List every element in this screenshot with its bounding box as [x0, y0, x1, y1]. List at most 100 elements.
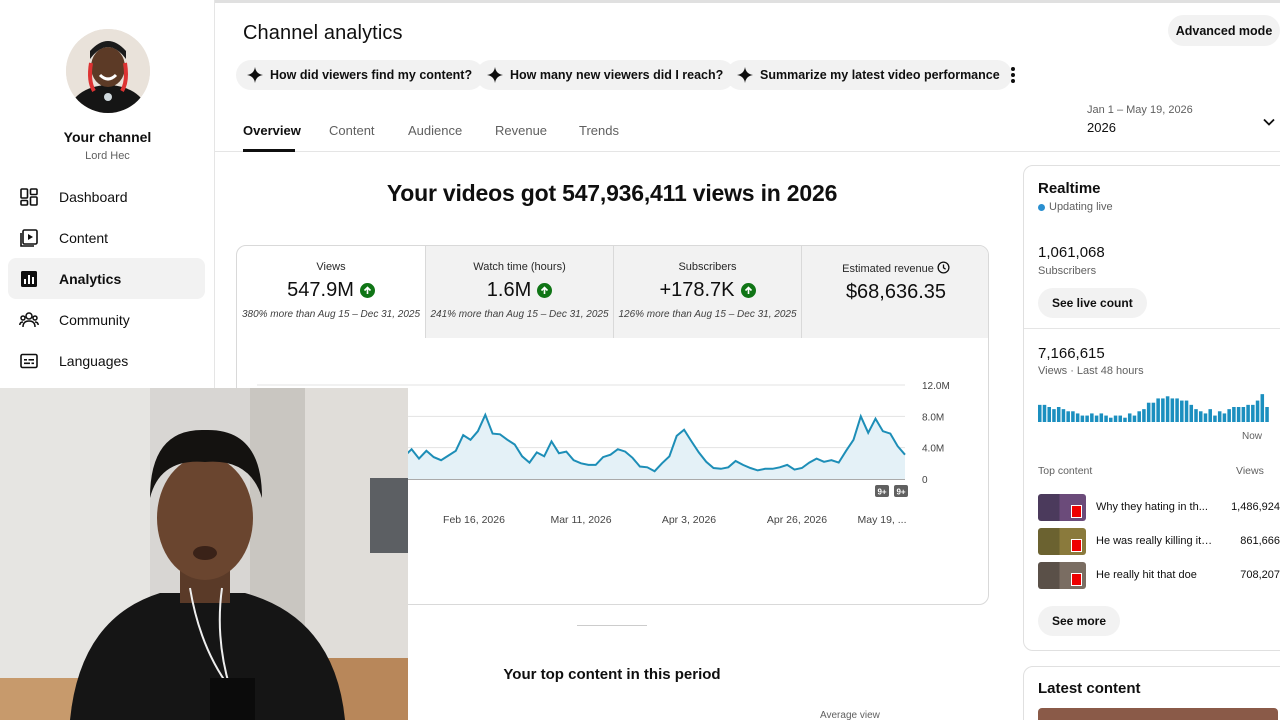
tab-overview[interactable]: Overview [243, 123, 301, 138]
top-content-views: 708,207 [1240, 569, 1280, 581]
channel-label: Your channel [63, 129, 152, 145]
views-headline: Your videos got 547,936,411 views in 202… [386, 180, 838, 206]
realtime-card: Realtime Updating live 1,061,068 Subscri… [1023, 165, 1280, 651]
analytics-icon [21, 270, 37, 287]
realtime-bar [1118, 415, 1123, 422]
realtime-bar [1142, 409, 1146, 422]
top-content-label: Top content [1038, 465, 1093, 477]
see-live-count-button[interactable]: See live count [1038, 288, 1147, 318]
realtime-bar [1038, 404, 1042, 422]
y-tick-label: 8.0M [922, 412, 944, 423]
realtime-bar [1080, 415, 1085, 422]
realtime-bar [1203, 413, 1208, 422]
realtime-bar [1066, 411, 1070, 422]
channel-avatar[interactable] [66, 29, 150, 113]
video-marker-label: 9+ [896, 488, 905, 497]
realtime-bar [1113, 415, 1118, 422]
y-tick-label: 0 [922, 475, 928, 486]
realtime-subscribers: 1,061,068 [1038, 244, 1105, 261]
realtime-bar [1056, 407, 1061, 422]
chip-label: How did viewers find my content? [270, 68, 473, 82]
realtime-bar [1251, 404, 1255, 422]
latest-content-title: Latest content [1038, 680, 1141, 697]
chevron-down-icon[interactable] [1262, 115, 1276, 129]
top-content-row[interactable]: Why they hating in th... 1,486,924 [1038, 494, 1280, 522]
realtime-bar [1198, 411, 1203, 422]
sidebar-item-analytics[interactable]: Analytics [8, 258, 205, 299]
sidebar-item-community[interactable]: Community [8, 299, 205, 340]
realtime-bar [1241, 407, 1246, 422]
latest-content-card: Latest content [1023, 666, 1280, 720]
active-tab-indicator [243, 149, 295, 152]
more-options-icon[interactable] [1004, 64, 1022, 86]
sidebar-item-label: Content [59, 229, 109, 246]
realtime-bar [1161, 398, 1165, 422]
chip-new-viewers[interactable]: How many new viewers did I reach? [476, 60, 736, 90]
date-range-value: 2026 [1087, 120, 1116, 135]
top-content-views: 1,486,924 [1231, 501, 1280, 513]
chip-viewers-find[interactable]: How did viewers find my content? [236, 60, 485, 90]
realtime-bar [1165, 396, 1170, 422]
realtime-bar [1170, 398, 1175, 422]
realtime-bar [1075, 413, 1080, 422]
tab-trends[interactable]: Trends [579, 123, 619, 138]
y-tick-label: 4.0M [922, 444, 944, 455]
sparkle-icon [487, 67, 503, 83]
realtime-bar [1156, 398, 1160, 422]
realtime-bar [1052, 409, 1056, 422]
realtime-bar [1151, 402, 1156, 422]
date-range-picker[interactable]: Jan 1 – May 19, 2026 2026 [1087, 104, 1193, 135]
sidebar-nav: Dashboard Content Analytics Community La… [8, 176, 205, 381]
y-tick-label: 12.0M [922, 381, 950, 392]
sidebar-item-label: Languages [59, 352, 129, 369]
realtime-bar [1246, 404, 1250, 422]
realtime-bar [1189, 404, 1194, 422]
tab-audience[interactable]: Audience [408, 123, 462, 138]
realtime-bar [1255, 400, 1260, 422]
realtime-subscribers-label: Subscribers [1038, 265, 1097, 277]
advanced-mode-button[interactable]: Advanced mode [1168, 15, 1280, 46]
sidebar-item-content[interactable]: Content [8, 217, 205, 258]
see-more-button[interactable]: See more [1038, 606, 1121, 636]
chip-label: Summarize my latest video performance [760, 68, 1000, 82]
video-thumbnail [1038, 494, 1086, 521]
chip-summarize[interactable]: Summarize my latest video performance [726, 60, 1012, 90]
top-content-row[interactable]: He was really killing it t... 861,666 [1038, 528, 1280, 556]
realtime-bar [1227, 409, 1231, 422]
latest-video-thumbnail[interactable] [1038, 708, 1278, 720]
realtime-bar [1208, 409, 1212, 422]
realtime-bar [1127, 413, 1132, 422]
realtime-views-label: Views · Last 48 hours [1038, 365, 1144, 377]
top-content-views-header: Views [1236, 465, 1264, 477]
top-content-title: Why they hating in th... [1096, 501, 1208, 513]
realtime-bar [1109, 417, 1113, 422]
video-thumbnail [1038, 562, 1086, 589]
sidebar-item-languages[interactable]: Languages [8, 340, 205, 381]
top-border [215, 0, 1280, 3]
tab-revenue[interactable]: Revenue [495, 123, 547, 138]
realtime-bar [1094, 415, 1099, 422]
webcam-overlay [0, 388, 408, 720]
realtime-views-bars[interactable] [1038, 392, 1270, 424]
sidebar-item-dashboard[interactable]: Dashboard [8, 176, 205, 217]
realtime-title: Realtime [1038, 180, 1101, 197]
tab-content[interactable]: Content [329, 123, 375, 138]
top-content-title: He was really killing it t... [1096, 535, 1214, 547]
channel-handle: Lord Hec [85, 150, 130, 162]
realtime-bar [1123, 417, 1127, 422]
realtime-bar [1132, 415, 1137, 422]
realtime-bar [1236, 407, 1241, 422]
realtime-bar [1085, 415, 1089, 422]
realtime-bar [1217, 411, 1222, 422]
x-tick-label: May 19, ... [857, 514, 906, 526]
realtime-bar [1099, 413, 1104, 422]
realtime-now-label: Now [1242, 431, 1263, 442]
top-content-row[interactable]: He really hit that doe 708,207 [1038, 562, 1280, 590]
x-tick-label: Mar 11, 2026 [550, 514, 611, 526]
x-tick-label: Apr 3, 2026 [662, 514, 716, 526]
sidebar-item-label: Community [59, 311, 130, 328]
sidebar-item-label: Analytics [59, 270, 122, 287]
sparkle-icon [247, 67, 263, 83]
realtime-bar [1137, 411, 1141, 422]
page-title: Channel analytics [243, 22, 403, 44]
